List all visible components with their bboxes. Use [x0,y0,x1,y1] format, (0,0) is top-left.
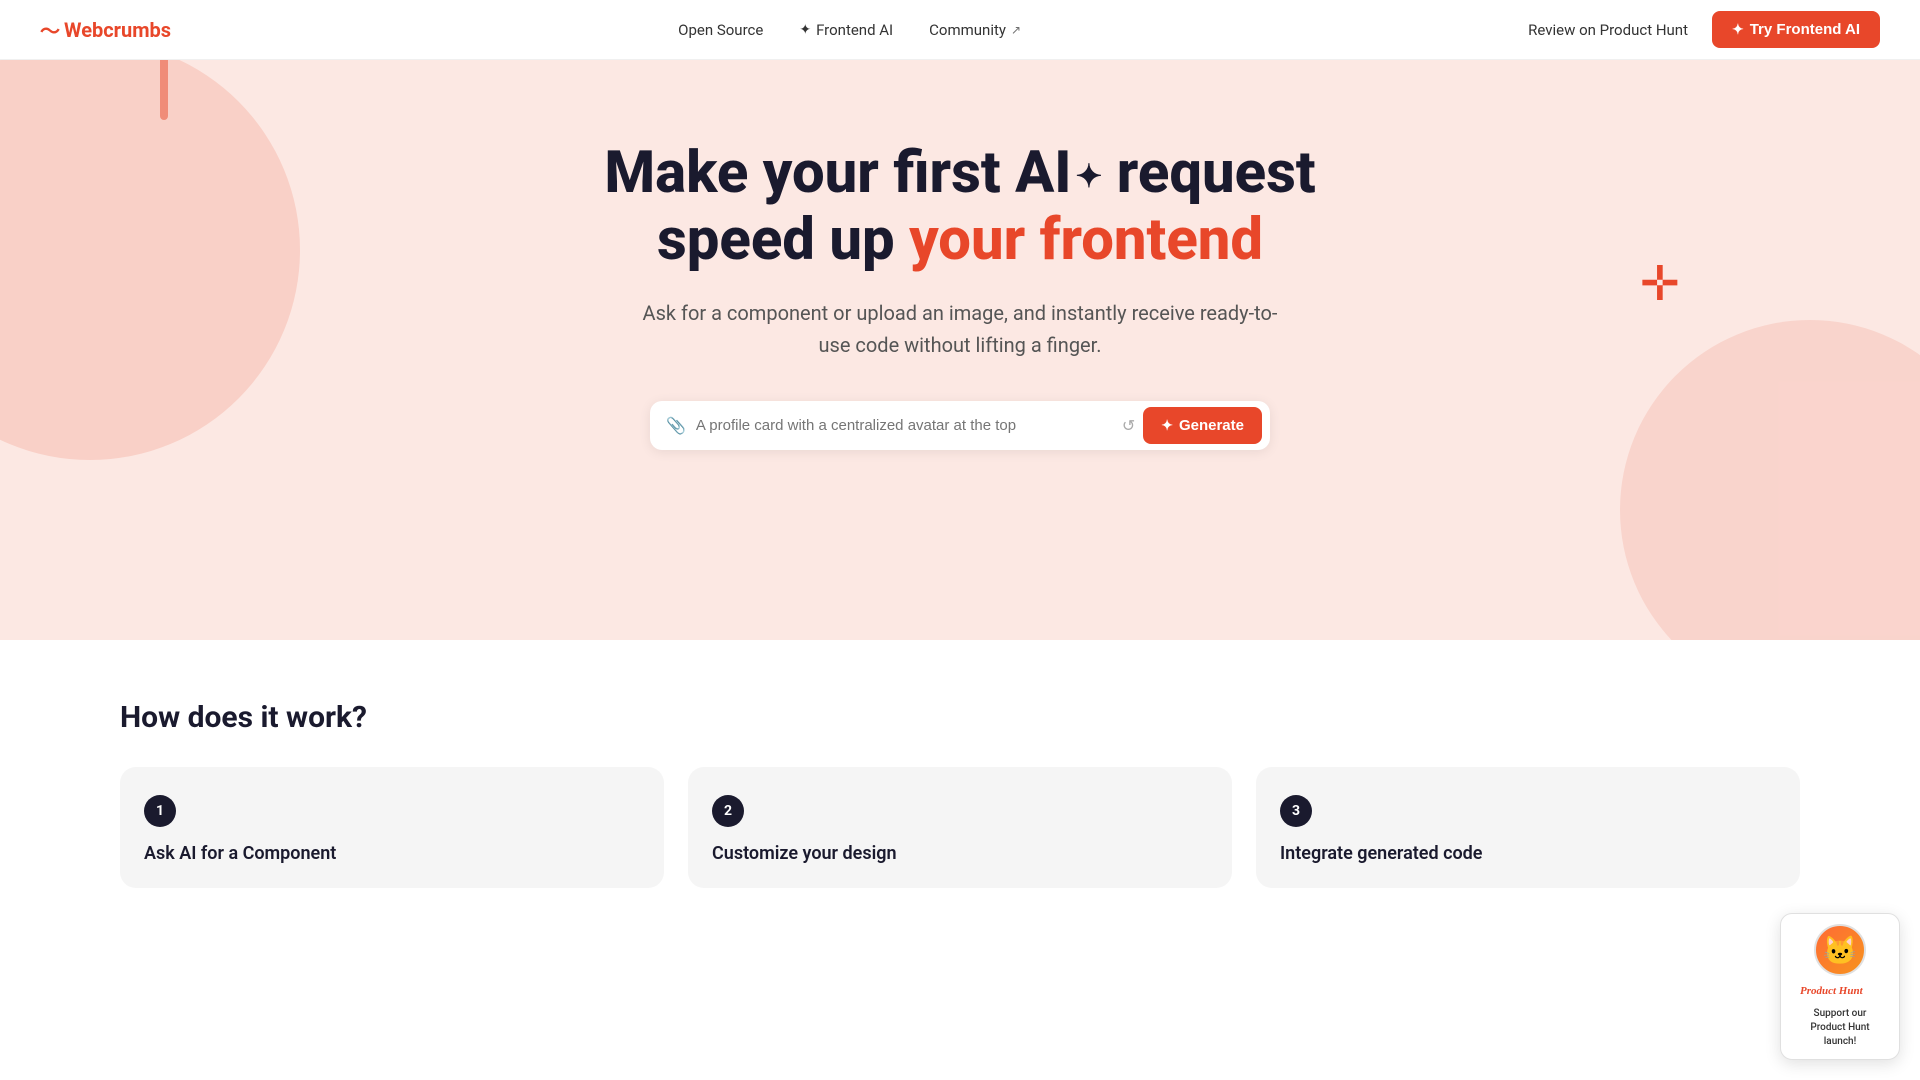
how-it-works-section: How does it work? 1 Ask AI for a Compone… [0,640,1920,928]
generate-button-label: Generate [1179,417,1244,434]
hero-star-decoration: ✛ [1640,260,1680,308]
hero-prompt-input[interactable] [696,417,1114,434]
hero-subtitle: Ask for a component or upload an image, … [640,297,1280,361]
hero-title: Make your first AI✦ request speed up you… [604,140,1315,273]
step-number-2: 2 [712,795,744,827]
cta-spark-icon: ✦ [1732,21,1744,38]
logo[interactable]: 〜 Webcrumbs [40,15,171,44]
product-hunt-widget[interactable]: 🐱 Product Hunt Support our Product Hunt … [1780,913,1900,1060]
hero-section: ✛ Make your first AI✦ request speed up y… [0,60,1920,640]
nav-link-open-source[interactable]: Open Source [678,21,763,39]
hero-title-line1: Make your first AI✦ request [604,139,1315,207]
attachment-icon: 📎 [666,416,686,435]
navbar: 〜 Webcrumbs Open Source ✦ Frontend AI Co… [0,0,1920,60]
hero-circle-left [0,60,300,460]
step-label-3: Integrate generated code [1280,843,1776,864]
ph-brand-logo: Product Hunt [1800,982,1880,998]
how-section-title: How does it work? [120,700,1800,735]
nav-open-source-label: Open Source [678,21,763,39]
cta-button-label: Try Frontend AI [1750,21,1860,38]
hero-ai-spark-icon: ✦ [1076,157,1103,195]
step-number-3: 3 [1280,795,1312,827]
step-label-1: Ask AI for a Component [144,843,640,864]
external-link-icon: ↗ [1011,23,1021,37]
ph-support-text: Support our Product Hunt launch! [1795,1007,1885,1049]
how-card-1: 1 Ask AI for a Component [120,767,664,888]
generate-button[interactable]: ✦ Generate [1143,407,1262,444]
logo-icon: 〜 [40,15,60,44]
frontend-ai-spark-icon: ✦ [799,22,811,38]
ph-avatar: 🐱 [1814,924,1866,976]
nav-frontend-ai-label: Frontend AI [816,21,893,39]
step-number-1: 1 [144,795,176,827]
hero-circle-right [1620,320,1920,640]
hero-search-bar: 📎 ↺ ✦ Generate [650,401,1270,450]
hero-title-line2: speed up your frontend [657,206,1263,274]
review-link-text: Review on Product Hunt [1528,21,1688,39]
nav-link-frontend-ai[interactable]: ✦ Frontend AI [799,21,893,39]
how-card-2: 2 Customize your design [688,767,1232,888]
review-product-hunt-link[interactable]: Review on Product Hunt [1528,21,1688,39]
hero-stripe-decoration [160,60,168,120]
step-label-2: Customize your design [712,843,1208,864]
nav-center: Open Source ✦ Frontend AI Community ↗ [678,21,1021,39]
try-frontend-ai-button[interactable]: ✦ Try Frontend AI [1712,11,1880,48]
hero-title-highlight: your frontend [909,206,1263,274]
nav-link-community[interactable]: Community ↗ [929,21,1021,39]
reset-input-button[interactable]: ↺ [1114,412,1143,439]
ph-brand-text: Product Hunt [1800,982,1880,1001]
nav-community-label: Community [929,21,1006,39]
svg-text:Product Hunt: Product Hunt [1800,985,1864,997]
how-card-3: 3 Integrate generated code [1256,767,1800,888]
nav-right: Review on Product Hunt ✦ Try Frontend AI [1528,11,1880,48]
logo-text: Webcrumbs [64,18,171,42]
generate-spark-icon: ✦ [1161,417,1173,434]
how-cards-container: 1 Ask AI for a Component 2 Customize you… [120,767,1800,888]
